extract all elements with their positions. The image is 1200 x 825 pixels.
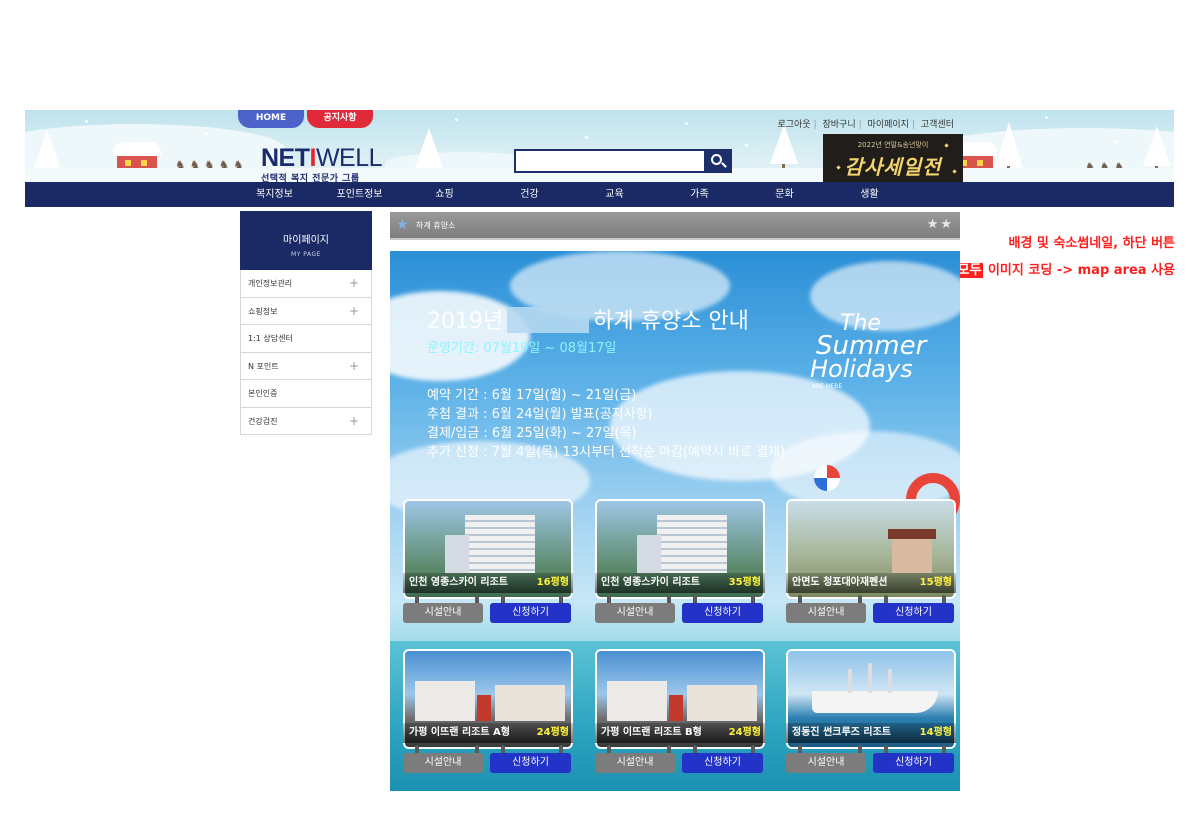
facility-info-button[interactable]: 시설안내 — [403, 753, 483, 773]
design-note-line1: 배경 및 숙소썸네일, 하단 버튼 — [1008, 236, 1175, 251]
resort-size: 15평형 — [919, 577, 952, 588]
summer-holidays-logo: The Summer Holidays ARE HERE — [788, 311, 948, 391]
plus-icon[interactable]: + — [349, 270, 359, 297]
sidebar-header: 마이페이지 MY PAGE — [240, 211, 372, 270]
facility-info-button[interactable]: 시설안내 — [403, 603, 483, 623]
apply-button[interactable]: 신청하기 — [873, 603, 954, 623]
resort-card: 인천 영종스카이 리조트 35평형 시설안내 신청하기 — [595, 499, 765, 623]
schedule-line: 결제/입금 : 6월 25일(화) ~ 27일(목) — [427, 426, 637, 441]
utility-links: 로그아웃 | 장바구니 | 마이페이지 | 고객센터 — [777, 120, 954, 130]
sidebar-item-label: 쇼핑정보 — [248, 306, 278, 316]
breadcrumb: ★ 하계 휴양소 ★★ — [390, 212, 960, 240]
schedule-line: 예약 기간 : 6월 17일(월) ~ 21일(금) — [427, 388, 637, 403]
resort-name: 가평 이뜨랜 리조트 A형 — [409, 727, 510, 738]
summer-logo-holidays: Holidays — [810, 355, 913, 383]
sidebar-item-label: N 포인트 — [248, 361, 279, 371]
gnb-item-education[interactable]: 교육 — [572, 182, 657, 207]
banner-title: 2019년 하계 휴양소 안내 — [427, 303, 749, 335]
plus-icon[interactable]: + — [349, 353, 359, 380]
star-icon: ★ — [396, 217, 409, 233]
sidebar-item-personal-info[interactable]: 개인정보관리 + — [241, 270, 371, 298]
operation-period: 운영기간: 07월19일 ~ 08월17일 — [427, 341, 617, 356]
resort-card: 가평 이뜨랜 리조트 A형 24평형 시설안내 신청하기 — [403, 649, 573, 773]
logo-well: WELL — [315, 144, 383, 172]
sidebar-item-label: 개인정보관리 — [248, 279, 293, 288]
breadcrumb-label: 하계 휴양소 — [416, 221, 456, 230]
gnb-item-shopping[interactable]: 쇼핑 — [402, 182, 487, 207]
sidebar-item-consult-center[interactable]: 1:1 상담센터 — [241, 325, 371, 353]
banner-title-rest: 하계 휴양소 안내 — [593, 309, 749, 334]
resort-size: 24평형 — [536, 727, 569, 738]
schedule-line: 추가 신청 : 7월 4일(목) 13시부터 선착순 마감(예약시 바로 결제) — [427, 445, 786, 460]
resort-size: 35평형 — [728, 577, 761, 588]
apply-button[interactable]: 신청하기 — [682, 753, 763, 773]
sidebar-item-shopping-info[interactable]: 쇼핑정보 + — [241, 298, 371, 325]
cart-link[interactable]: 장바구니 — [823, 120, 856, 130]
sidebar-item-label: 본인인증 — [248, 389, 278, 398]
customer-center-link[interactable]: 고객센터 — [921, 120, 954, 130]
banner-title-year: 2019년 — [427, 309, 504, 334]
sidebar-item-verification[interactable]: 본인인증 — [241, 380, 371, 408]
schedule-line: 추첨 결과 : 6월 24일(월) 발표(공지사항) — [427, 407, 653, 422]
facility-info-button[interactable]: 시설안내 — [595, 603, 675, 623]
mypage-link[interactable]: 마이페이지 — [868, 120, 909, 130]
resort-card: 가평 이뜨랜 리조트 B형 24평형 시설안내 신청하기 — [595, 649, 765, 773]
beach-ball-icon — [814, 465, 840, 491]
promo-banner[interactable]: 2022년 연말&송년맞이 감사세일전 — [823, 134, 963, 182]
sidebar-item-n-point[interactable]: N 포인트 + — [241, 353, 371, 380]
design-note-line2: 모두 이미지 코딩 -> map area 사용 — [955, 259, 1175, 278]
facility-info-button[interactable]: 시설안내 — [786, 753, 866, 773]
resort-size: 24평형 — [728, 727, 761, 738]
design-note-rest: 이미지 코딩 -> map area 사용 — [983, 263, 1175, 278]
sidebar-title: 마이페이지 — [283, 235, 329, 246]
logo-neti: NET — [261, 144, 310, 172]
mypage-sidebar: 마이페이지 MY PAGE 개인정보관리 + 쇼핑정보 + 1:1 상담센터 N 포… — [240, 211, 372, 435]
search-box — [514, 149, 732, 173]
facility-info-button[interactable]: 시설안내 — [786, 603, 866, 623]
summer-logo-are-here: ARE HERE — [812, 383, 843, 390]
resort-card: 안면도 청포대아재펜션 15평형 시설안내 신청하기 — [786, 499, 956, 623]
plus-icon[interactable]: + — [349, 298, 359, 325]
global-nav: 복지정보 포인트정보 쇼핑 건강 교육 가족 문화 생활 — [25, 182, 1174, 207]
apply-button[interactable]: 신청하기 — [490, 753, 571, 773]
decor-stars-icon: ★★ — [926, 217, 954, 232]
gnb-item-welfare[interactable]: 복지정보 — [232, 182, 317, 207]
resort-name: 정동진 썬크루즈 리조트 — [792, 727, 891, 738]
promo-title: 감사세일전 — [844, 155, 942, 179]
resort-name: 인천 영종스카이 리조트 — [601, 577, 700, 588]
sidebar-subtitle: MY PAGE — [291, 251, 321, 258]
summer-resort-banner: 2019년 하계 휴양소 안내 운영기간: 07월19일 ~ 08월17일 예약 … — [390, 251, 960, 791]
resort-size: 14평형 — [919, 727, 952, 738]
sidebar-item-health-checkup[interactable]: 건강검진 + — [241, 408, 371, 435]
logout-link[interactable]: 로그아웃 — [777, 120, 810, 130]
apply-button[interactable]: 신청하기 — [682, 603, 763, 623]
netiwell-logo[interactable]: NETIWELL 선택적 복지 전문가 그룹 — [261, 144, 383, 185]
resort-card: 정동진 썬크루즈 리조트 14평형 시설안내 신청하기 — [786, 649, 956, 773]
search-input[interactable] — [514, 149, 704, 173]
gnb-item-points[interactable]: 포인트정보 — [317, 182, 402, 207]
search-button[interactable] — [704, 149, 732, 173]
gnb-item-culture[interactable]: 문화 — [742, 182, 827, 207]
resort-card: 인천 영종스카이 리조트 16평형 시설안내 신청하기 — [403, 499, 573, 623]
gnb-item-life[interactable]: 생활 — [827, 182, 912, 207]
gnb-item-health[interactable]: 건강 — [487, 182, 572, 207]
home-tab[interactable]: HOME — [238, 110, 304, 128]
notice-tab[interactable]: 공지사항 — [307, 110, 373, 128]
resort-size: 16평형 — [536, 577, 569, 588]
sidebar-item-label: 1:1 상담센터 — [248, 334, 293, 343]
plus-icon[interactable]: + — [349, 408, 359, 435]
promo-subtitle: 2022년 연말&송년맞이 — [857, 141, 929, 149]
resort-name: 인천 영종스카이 리조트 — [409, 577, 508, 588]
site-header: ♞ ♞ ♞ ♞ ♞ ♞ ♞ ♞ HOME 공지사항 로그아웃 | 장바구니 | 마이… — [25, 110, 1174, 207]
apply-button[interactable]: 신청하기 — [873, 753, 954, 773]
apply-button[interactable]: 신청하기 — [490, 603, 571, 623]
resort-name: 가평 이뜨랜 리조트 B형 — [601, 727, 702, 738]
schedule-info: 예약 기간 : 6월 17일(월) ~ 21일(금) 추첨 결과 : 6월 24… — [427, 386, 785, 462]
sidebar-item-label: 건강검진 — [248, 416, 278, 426]
resort-name: 안면도 청포대아재펜션 — [792, 577, 888, 588]
gnb-item-family[interactable]: 가족 — [657, 182, 742, 207]
facility-info-button[interactable]: 시설안내 — [595, 753, 675, 773]
